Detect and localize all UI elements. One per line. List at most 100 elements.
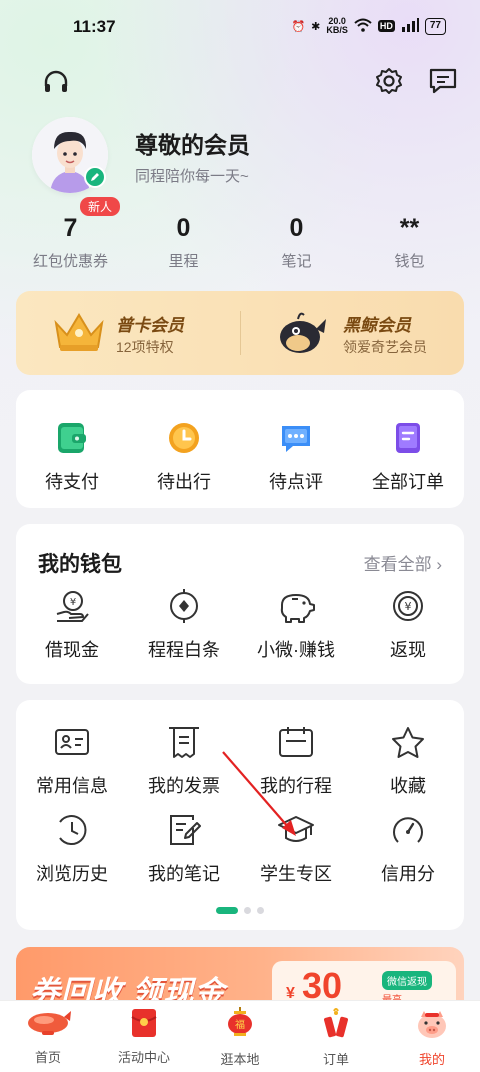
page-dot[interactable]: [257, 907, 264, 914]
member-title: 黑鲸会员: [343, 316, 411, 335]
service-notes[interactable]: 我的笔记: [128, 810, 240, 886]
chevron-right-icon: ›: [436, 555, 442, 574]
lantern-icon: 福: [224, 1007, 256, 1046]
status-time: 11:37: [73, 17, 116, 36]
wallet-borrow-cash[interactable]: ¥ 借现金: [16, 586, 128, 662]
tab-label: 我的: [418, 1052, 445, 1067]
wallet-white-bar[interactable]: 程程白条: [128, 586, 240, 662]
piggy-bank-icon: [276, 586, 316, 626]
stat-wallet[interactable]: ** 钱包: [353, 214, 466, 278]
status-icons: ⏰ ✱ 20.0 KB/S HD 77: [291, 17, 446, 35]
net-speed: 20.0 KB/S: [326, 17, 348, 35]
service-label: 我的笔记: [148, 864, 220, 884]
tab-orders[interactable]: 订单: [288, 1001, 384, 1072]
service-label: 常用信息: [36, 776, 108, 796]
service-label: 浏览历史: [36, 864, 108, 884]
tab-home[interactable]: 首页: [0, 1001, 96, 1072]
svg-text:¥: ¥: [405, 600, 412, 613]
order-label: 待出行: [157, 472, 211, 492]
tab-mine[interactable]: 我的: [384, 1001, 480, 1072]
stat-value: 7: [63, 214, 78, 242]
hd-icon: HD: [377, 20, 395, 32]
history-icon: [52, 810, 92, 850]
service-invoice[interactable]: 我的发票: [128, 722, 240, 798]
clock-icon: [164, 418, 204, 458]
orders-card: 待支付 待出行 待点评 全部订单: [16, 390, 464, 508]
edit-icon[interactable]: [84, 166, 106, 188]
stat-label: 红包优惠券: [32, 253, 108, 270]
service-history[interactable]: 浏览历史: [16, 810, 128, 886]
service-common-info[interactable]: 常用信息: [16, 722, 128, 798]
service-favorites[interactable]: 收藏: [352, 722, 464, 798]
stat-value: 0: [289, 214, 304, 242]
stats-row: 7 红包优惠券 0 里程 0 笔记 ** 钱包: [14, 214, 466, 278]
whale-icon: [276, 307, 328, 362]
page-dot-active[interactable]: [216, 907, 238, 914]
black-whale-member-entry[interactable]: 黑鲸会员 领爱奇艺会员: [241, 291, 464, 375]
yuan-hand-icon: ¥: [52, 586, 92, 626]
note-icon: [164, 810, 204, 850]
wallet-title: 我的钱包: [38, 553, 122, 576]
service-label: 我的行程: [260, 776, 332, 796]
gauge-icon: [388, 810, 428, 850]
stat-label: 笔记: [281, 253, 312, 270]
airship-icon: [24, 1007, 72, 1044]
stat-notes[interactable]: 0 笔记: [240, 214, 353, 278]
order-label: 待点评: [269, 472, 323, 492]
tab-activity-center[interactable]: 活动中心: [96, 1001, 192, 1072]
service-label: 信用分: [381, 864, 435, 884]
wallet-label: 借现金: [45, 640, 99, 660]
svg-text:¥: ¥: [70, 597, 76, 608]
order-all[interactable]: 全部订单: [352, 418, 464, 494]
wifi-icon: [354, 18, 372, 35]
stat-label: 钱包: [394, 253, 425, 270]
cashback-icon: ¥: [388, 586, 428, 626]
service-credit-score[interactable]: 信用分: [352, 810, 464, 886]
wallet-cashback[interactable]: ¥ 返现: [352, 586, 464, 662]
wallet-label: 小微·赚钱: [257, 640, 335, 660]
message-icon[interactable]: [428, 67, 458, 100]
firecracker-icon: [320, 1007, 352, 1046]
wallet-card: 我的钱包 查看全部 › ¥ 借现金 程程白条 小微·赚钱 ¥ 返现: [16, 524, 464, 684]
promo-banner[interactable]: 券回收 领现金 ¥ 30 微信返现 最高: [16, 947, 464, 1007]
wallet-label: 返现: [390, 640, 426, 660]
signal-icon: [401, 17, 419, 35]
new-user-badge: 新人: [80, 197, 121, 216]
comment-icon: [276, 418, 316, 458]
order-pending-trip[interactable]: 待出行: [128, 418, 240, 494]
gear-icon[interactable]: [374, 66, 404, 101]
alarm-icon: ⏰: [291, 20, 306, 33]
stat-coupons[interactable]: 7 红包优惠券: [14, 214, 127, 278]
status-bar: 11:37 ⏰ ✱ 20.0 KB/S HD 77: [0, 0, 480, 56]
headset-icon[interactable]: [42, 68, 70, 101]
user-slogan: 同程陪你每一天~: [135, 168, 249, 185]
svg-text:福: 福: [235, 1018, 245, 1031]
user-name[interactable]: 尊敬的会员: [135, 126, 250, 160]
stat-mileage[interactable]: 0 里程: [127, 214, 240, 278]
service-itinerary[interactable]: 我的行程: [240, 722, 352, 798]
basic-member-entry[interactable]: 普卡会员 12项特权: [16, 291, 240, 375]
service-student-zone[interactable]: 学生专区: [240, 810, 352, 886]
order-pending-payment[interactable]: 待支付: [16, 418, 128, 494]
wallet-label: 程程白条: [148, 640, 220, 660]
star-icon: [388, 722, 428, 762]
membership-card: 普卡会员 12项特权 黑鲸会员 领爱奇艺会员: [16, 291, 464, 375]
banner-tag: 微信返现: [382, 971, 432, 990]
tab-label: 首页: [34, 1050, 61, 1065]
tab-local[interactable]: 福 逛本地: [192, 1001, 288, 1072]
pig-icon: [414, 1007, 450, 1046]
tab-label: 逛本地: [220, 1052, 260, 1067]
stat-value: 0: [176, 214, 191, 242]
stat-label: 里程: [168, 253, 199, 270]
tab-label: 活动中心: [117, 1050, 170, 1065]
battery-icon: 77: [424, 17, 446, 35]
crown-icon: [52, 309, 106, 360]
service-label: 收藏: [390, 776, 426, 796]
member-subtitle: 领爱奇艺会员: [343, 339, 427, 355]
services-card: 常用信息 我的发票 我的行程 收藏 浏览历史 我的笔记 学生专区 信用分: [16, 700, 464, 930]
page-dot[interactable]: [244, 907, 251, 914]
wallet-micro-earn[interactable]: 小微·赚钱: [240, 586, 352, 662]
wallet-view-all[interactable]: 查看全部 ›: [364, 550, 442, 575]
order-label: 全部订单: [372, 472, 444, 492]
order-pending-review[interactable]: 待点评: [240, 418, 352, 494]
